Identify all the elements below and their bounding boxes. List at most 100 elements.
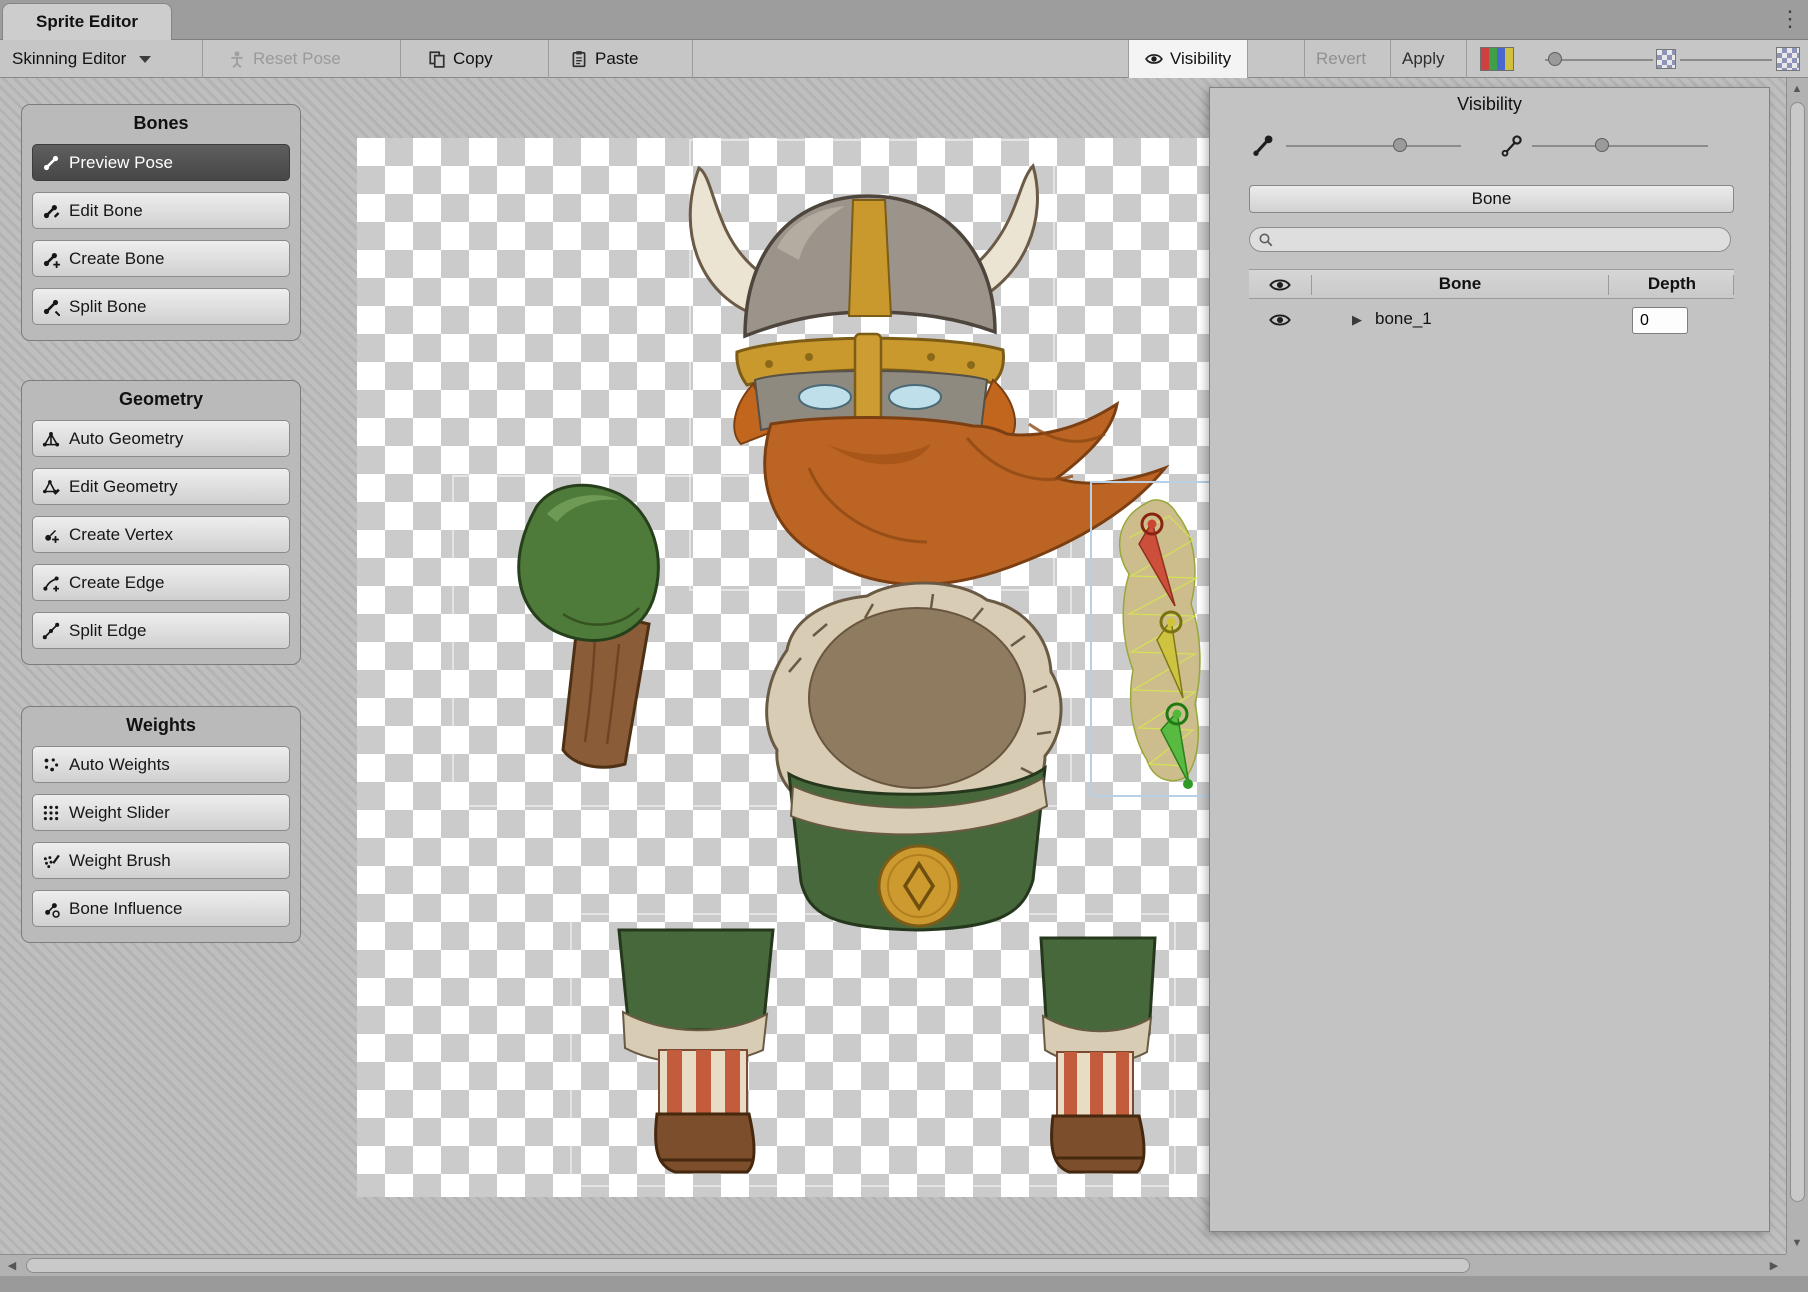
scroll-down-arrow-icon[interactable]: ▼ — [1787, 1233, 1807, 1253]
weights-auto-icon — [42, 756, 60, 774]
create-vertex-button[interactable]: Create Vertex — [32, 516, 290, 553]
bone-table-row[interactable]: ▶ bone_1 — [1249, 303, 1734, 337]
visibility-toggle-button[interactable]: Visibility — [1128, 40, 1248, 78]
bone-influence-icon — [42, 900, 60, 918]
mode-dropdown[interactable]: Skinning Editor — [12, 40, 151, 78]
mesh-opacity-slider-track[interactable] — [1532, 145, 1708, 147]
window-tab-bar: Sprite Editor ⋮ — [0, 0, 1808, 40]
scrollbar-corner — [1786, 1254, 1808, 1276]
apply-label: Apply — [1402, 49, 1445, 69]
sprite-torso[interactable] — [767, 583, 1061, 930]
bone-search-input[interactable] — [1278, 229, 1718, 250]
weight-brush-button[interactable]: Weight Brush — [32, 842, 290, 879]
bone-influence-button[interactable]: Bone Influence — [32, 890, 290, 927]
tab-sprite-editor[interactable]: Sprite Editor — [2, 3, 172, 40]
bone-create-icon — [42, 250, 60, 268]
geometry-group: Geometry Auto Geometry Edit Geometry — [21, 380, 301, 665]
auto-geometry-label: Auto Geometry — [69, 429, 183, 449]
weight-brush-label: Weight Brush — [69, 851, 171, 871]
paste-label: Paste — [595, 49, 638, 69]
horizontal-scroll-thumb[interactable] — [26, 1258, 1470, 1273]
sprite-arm-selected[interactable] — [1091, 482, 1209, 796]
weight-slider-label: Weight Slider — [69, 803, 170, 823]
geometry-group-title: Geometry — [22, 389, 300, 410]
bone-opacity-slider-track[interactable] — [1286, 145, 1461, 147]
edit-geometry-button[interactable]: Edit Geometry — [32, 468, 290, 505]
split-bone-button[interactable]: Split Bone — [32, 288, 290, 325]
sprite-leg-right[interactable] — [1041, 938, 1155, 1172]
weight-slider-icon — [42, 804, 60, 822]
paste-icon — [570, 50, 588, 68]
vertex-create-icon — [42, 526, 60, 544]
skinning-toolbar: Skinning Editor Reset Pose Copy — [0, 40, 1808, 78]
bone-tab-button[interactable]: Bone — [1249, 185, 1734, 213]
create-edge-button[interactable]: Create Edge — [32, 564, 290, 601]
checker-texture-icon — [1656, 49, 1676, 69]
bone-opacity-slider-thumb[interactable] — [1393, 138, 1407, 152]
apply-button[interactable]: Apply — [1402, 40, 1445, 78]
edit-geometry-label: Edit Geometry — [69, 477, 178, 497]
auto-weights-button[interactable]: Auto Weights — [32, 746, 290, 783]
edit-bone-button[interactable]: Edit Bone — [32, 192, 290, 229]
scroll-right-arrow-icon[interactable]: ▶ — [1764, 1256, 1784, 1276]
paste-button[interactable]: Paste — [570, 40, 638, 78]
toolbar-separator — [400, 40, 401, 78]
vertical-scrollbar[interactable]: ▲ ▼ — [1786, 78, 1808, 1254]
create-vertex-label: Create Vertex — [69, 525, 173, 545]
sprite-canvas[interactable] — [357, 138, 1209, 1197]
scroll-up-arrow-icon[interactable]: ▲ — [1787, 79, 1807, 99]
toolbar-separator — [548, 40, 549, 78]
create-bone-button[interactable]: Create Bone — [32, 240, 290, 277]
window-bottom-strip — [0, 1276, 1808, 1292]
reset-pose-label: Reset Pose — [253, 49, 341, 69]
copy-label: Copy — [453, 49, 493, 69]
row-eye-icon[interactable] — [1269, 311, 1291, 329]
bone-column-header[interactable]: Bone — [1312, 274, 1608, 294]
edge-create-icon — [42, 574, 60, 592]
viking-sprite-artwork — [357, 138, 1209, 1197]
depth-column-header[interactable]: Depth — [1609, 274, 1735, 294]
triangle-right-icon[interactable]: ▶ — [1352, 312, 1362, 328]
revert-button[interactable]: Revert — [1316, 40, 1366, 78]
bone-depth-input[interactable] — [1632, 307, 1688, 334]
toolbar-separator — [202, 40, 203, 78]
bones-group: Bones Preview Pose Edit Bone — [21, 104, 301, 341]
visibility-panel: Visibility Bone — [1209, 87, 1770, 1232]
sprite-swatch-button[interactable] — [1480, 40, 1514, 78]
preview-pose-button[interactable]: Preview Pose — [32, 144, 290, 181]
visibility-panel-title: Visibility — [1210, 94, 1769, 115]
bone-pose-icon — [42, 154, 60, 172]
bone-opacity-icon — [1250, 134, 1274, 158]
color-swatch-icon — [1480, 47, 1514, 71]
vertical-scroll-thumb[interactable] — [1790, 102, 1805, 1202]
auto-geometry-button[interactable]: Auto Geometry — [32, 420, 290, 457]
weight-slider-button[interactable]: Weight Slider — [32, 794, 290, 831]
bone-tab-label: Bone — [1472, 189, 1512, 209]
visibility-column-eye-icon[interactable] — [1269, 276, 1291, 294]
bone-influence-label: Bone Influence — [69, 899, 182, 919]
scroll-left-arrow-icon[interactable]: ◀ — [2, 1256, 22, 1276]
revert-label: Revert — [1316, 49, 1366, 69]
texture-slider-track[interactable] — [1680, 59, 1772, 61]
horizontal-scrollbar[interactable]: ◀ ▶ — [0, 1254, 1786, 1276]
sprite-leg-left[interactable] — [619, 930, 773, 1172]
workspace-background: Bones Preview Pose Edit Bone — [0, 78, 1808, 1254]
alpha-slider-thumb[interactable] — [1548, 52, 1562, 66]
visibility-label: Visibility — [1170, 49, 1231, 69]
mesh-opacity-icon — [1499, 134, 1523, 158]
kebab-menu-icon[interactable]: ⋮ — [1778, 4, 1802, 34]
split-edge-button[interactable]: Split Edge — [32, 612, 290, 649]
create-bone-label: Create Bone — [69, 249, 164, 269]
reset-pose-button[interactable]: Reset Pose — [228, 40, 341, 78]
sprite-head[interactable] — [690, 166, 1165, 585]
mesh-auto-icon — [42, 430, 60, 448]
magnifier-icon — [1258, 232, 1274, 248]
copy-icon — [428, 50, 446, 68]
sprite-mitten[interactable] — [519, 485, 659, 767]
toolbar-separator — [1304, 40, 1305, 78]
bone-edit-icon — [42, 202, 60, 220]
tab-title: Sprite Editor — [36, 12, 138, 32]
copy-button[interactable]: Copy — [428, 40, 493, 78]
mesh-opacity-slider-thumb[interactable] — [1595, 138, 1609, 152]
split-bone-label: Split Bone — [69, 297, 147, 317]
